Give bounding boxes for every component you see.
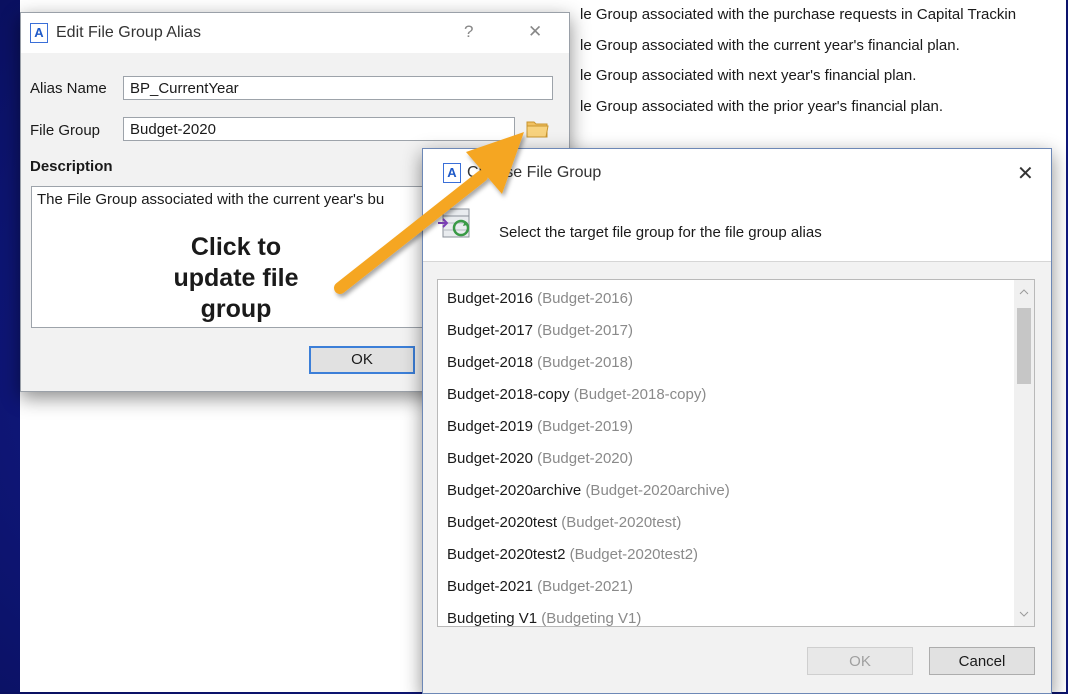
annotation-text: Click to update file group	[150, 232, 322, 325]
list-item[interactable]: Budget-2018 (Budget-2018)	[447, 354, 633, 371]
list-item[interactable]: Budget-2018-copy (Budget-2018-copy)	[447, 386, 706, 403]
folder-icon	[526, 121, 549, 138]
choose-file-group-dialog: A Choose File Group ✕ Select the target …	[422, 148, 1052, 694]
list-item[interactable]: Budgeting V1 (Budgeting V1)	[447, 610, 641, 626]
list-item[interactable]: Budget-2020test2 (Budget-2020test2)	[447, 546, 698, 563]
description-label: Description	[30, 158, 113, 175]
app-icon: A	[443, 163, 461, 183]
background-description-line: le Group associated with next year's fin…	[580, 67, 917, 84]
background-description-line: le Group associated with the prior year'…	[580, 98, 944, 115]
file-group-list[interactable]: Budget-2016 (Budget-2016) Budget-2017 (B…	[437, 279, 1035, 627]
file-group-label: File Group	[30, 122, 101, 139]
annotation-line: group	[200, 295, 272, 323]
background-description-line: le Group associated with the current yea…	[580, 37, 960, 54]
list-scrollbar[interactable]	[1014, 280, 1034, 626]
ok-button[interactable]: OK	[807, 647, 913, 675]
dialog-titlebar: A Edit File Group Alias ? ✕	[21, 13, 569, 53]
dialog-header: Select the target file group for the fil…	[423, 195, 1051, 262]
scrollbar-thumb[interactable]	[1017, 308, 1031, 384]
list-item[interactable]: Budget-2016 (Budget-2016)	[447, 290, 633, 307]
list-item[interactable]: Budget-2017 (Budget-2017)	[447, 322, 633, 339]
instruction-text: Select the target file group for the fil…	[499, 224, 822, 241]
file-group-input[interactable]: Budget-2020	[123, 117, 515, 141]
dialog-title: Choose File Group	[467, 164, 602, 181]
scroll-up-icon[interactable]	[1019, 288, 1029, 296]
list-item[interactable]: Budget-2020test (Budget-2020test)	[447, 514, 681, 531]
close-icon[interactable]: ✕	[528, 22, 542, 42]
alias-name-input[interactable]: BP_CurrentYear	[123, 76, 553, 100]
ok-button[interactable]: OK	[309, 346, 415, 374]
close-icon[interactable]: ✕	[1017, 161, 1034, 186]
list-item[interactable]: Budget-2020 (Budget-2020)	[447, 450, 633, 467]
list-item[interactable]: Budget-2019 (Budget-2019)	[447, 418, 633, 435]
dialog-titlebar: A Choose File Group ✕	[423, 149, 1051, 195]
dialog-title: Edit File Group Alias	[56, 24, 201, 41]
annotation-line: Click to	[190, 233, 282, 261]
file-group-sync-icon	[438, 208, 470, 238]
list-item[interactable]: Budget-2021 (Budget-2021)	[447, 578, 633, 595]
annotation-line: update file	[173, 264, 299, 292]
help-icon[interactable]: ?	[464, 22, 473, 42]
app-icon: A	[30, 23, 48, 43]
scroll-down-icon[interactable]	[1019, 610, 1029, 618]
cancel-button[interactable]: Cancel	[929, 647, 1035, 675]
alias-name-label: Alias Name	[30, 80, 107, 97]
list-item[interactable]: Budget-2020archive (Budget-2020archive)	[447, 482, 730, 499]
background-description-line: le Group associated with the purchase re…	[580, 6, 1017, 23]
browse-folder-button[interactable]	[523, 115, 553, 141]
